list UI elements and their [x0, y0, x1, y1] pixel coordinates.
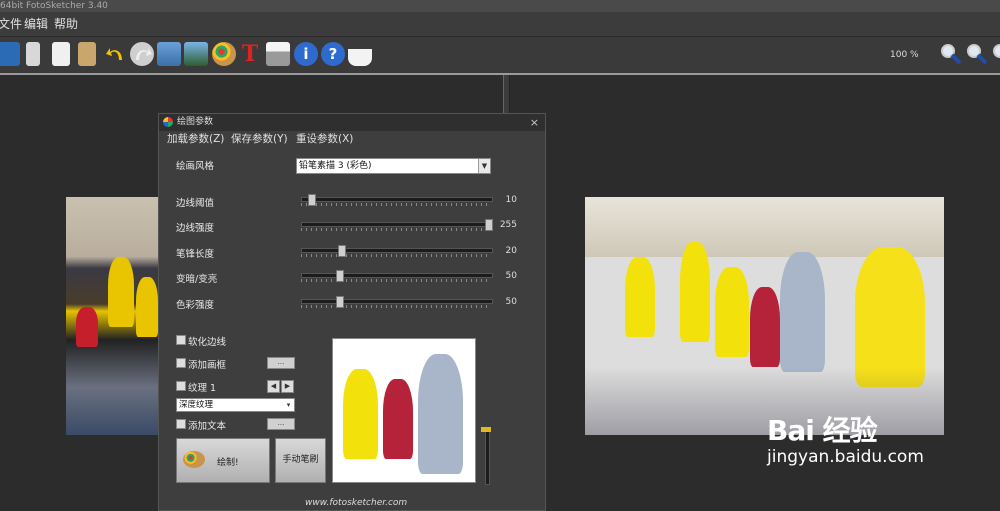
sketch-figure [855, 247, 925, 387]
stroke-length-slider[interactable] [301, 245, 493, 257]
chevron-down-icon[interactable]: ▼ [478, 159, 490, 173]
print-icon[interactable] [266, 42, 290, 66]
website-link[interactable]: www.fotosketcher.com [305, 498, 407, 508]
manual-brush-button[interactable]: 手动笔刷 [275, 438, 326, 483]
palette-icon [183, 451, 205, 468]
soften-edges-checkbox[interactable] [176, 335, 186, 345]
add-frame-checkbox[interactable] [176, 358, 186, 368]
slider-label-stroke-length: 笔锋长度 [176, 249, 215, 260]
slider-thumb[interactable] [308, 194, 317, 206]
darken-lighten-slider[interactable] [301, 270, 493, 282]
chevron-down-icon[interactable]: ▾ [283, 399, 294, 411]
color-intensity-slider[interactable] [301, 296, 493, 308]
drawing-params-dialog: 绘图参数 × 加载参数(Z) 保存参数(Y) 重设参数(X) 绘画风格 铅笔素描… [158, 113, 546, 511]
edge-strength-slider[interactable] [301, 219, 493, 231]
sketch-figure [680, 242, 710, 342]
slider-label-color-intensity: 色彩强度 [176, 300, 215, 311]
menu-save-params[interactable]: 保存参数(Y) [231, 131, 288, 147]
photo-figure [108, 257, 134, 327]
paste-icon[interactable] [78, 42, 96, 66]
watermark-logo-text: Bai 经验 [767, 414, 878, 447]
help-icon[interactable]: ? [321, 42, 345, 66]
menu-load-params[interactable]: 加载参数(Z) [167, 131, 224, 147]
dialog-title: 绘图参数 [177, 117, 214, 127]
preview-figure [383, 379, 413, 459]
open-icon[interactable] [0, 42, 20, 66]
sketch-result [585, 197, 944, 435]
palette-icon[interactable] [212, 42, 236, 66]
preview-figure [418, 354, 463, 474]
sketch-figure [715, 267, 749, 357]
baidu-watermark: Bai 经验 jingyan.baidu.com [767, 416, 924, 468]
sketch-figure [750, 287, 780, 367]
add-text-label: 添加文本 [188, 421, 227, 432]
texture-select[interactable]: 深度纹理 ▾ [176, 398, 295, 412]
watermark-url: jingyan.baidu.com [767, 447, 924, 467]
undo-icon[interactable] [104, 42, 128, 66]
window-titlebar: 64bit FotoSketcher 3.40 [0, 0, 1000, 12]
menu-bar: 文件 编辑 帮助 [0, 12, 1000, 37]
text-options-button[interactable]: ... [267, 418, 295, 430]
slider-thumb[interactable] [335, 270, 344, 282]
sketch-figure [780, 252, 825, 372]
text-icon[interactable]: T [238, 42, 262, 66]
photo-figure [136, 277, 158, 337]
slider-value: 50 [505, 297, 517, 307]
toolbar: T i ? 100 % [0, 37, 1000, 75]
landscape-icon[interactable] [184, 42, 208, 66]
add-frame-label: 添加画框 [188, 360, 227, 371]
zoom-in-icon[interactable] [939, 42, 963, 66]
copy-icon[interactable] [52, 42, 70, 66]
slider-value: 20 [505, 246, 517, 256]
add-text-checkbox[interactable] [176, 419, 186, 429]
app-logo-icon [163, 117, 173, 127]
style-select-value: 铅笔素描 3 (彩色) [299, 161, 372, 171]
slider-label-edge-threshold: 边线阈值 [176, 198, 215, 209]
close-icon[interactable]: × [530, 114, 539, 131]
photo-figure [76, 307, 98, 347]
style-select[interactable]: 铅笔素描 3 (彩色) ▼ [296, 158, 491, 174]
zoom-level: 100 % [890, 50, 919, 60]
slider-value: 10 [505, 195, 517, 205]
slider-label-darken-lighten: 变暗/变亮 [176, 274, 218, 285]
zoom-out-icon[interactable] [965, 42, 989, 66]
dialog-titlebar: 绘图参数 × [159, 114, 545, 131]
coffee-icon[interactable] [348, 42, 372, 66]
slider-value: 255 [499, 220, 517, 230]
save-icon[interactable] [26, 42, 40, 66]
next-texture-icon[interactable]: ▶ [281, 380, 294, 393]
slider-thumb[interactable] [481, 427, 491, 432]
slider-thumb[interactable] [337, 245, 346, 257]
slider-thumb[interactable] [485, 219, 493, 231]
preview-thumbnail[interactable] [332, 338, 476, 483]
zoom-fit-icon[interactable] [991, 42, 1000, 66]
dialog-menu: 加载参数(Z) 保存参数(Y) 重设参数(X) [159, 131, 545, 147]
info-icon[interactable]: i [294, 42, 318, 66]
preview-figure [343, 369, 378, 459]
edge-threshold-slider[interactable] [301, 194, 493, 206]
redo-icon[interactable] [130, 42, 154, 66]
original-photo [66, 197, 158, 435]
preview-zoom-slider[interactable] [481, 427, 491, 485]
image-icon[interactable] [157, 42, 181, 66]
draw-button[interactable]: 绘制! [176, 438, 270, 483]
style-label: 绘画风格 [176, 161, 215, 172]
prev-texture-icon[interactable]: ◀ [267, 380, 280, 393]
slider-thumb[interactable] [335, 296, 344, 308]
menu-file[interactable]: 文件 [0, 12, 22, 36]
texture-label: 纹理 1 [188, 383, 217, 394]
soften-edges-label: 软化边线 [188, 337, 227, 348]
window-title: 64bit FotoSketcher 3.40 [0, 1, 108, 11]
sketch-figure [625, 257, 655, 337]
menu-help[interactable]: 帮助 [54, 12, 78, 36]
menu-reset-params[interactable]: 重设参数(X) [296, 131, 353, 147]
texture-select-value: 深度纹理 [179, 400, 214, 410]
slider-value: 50 [505, 271, 517, 281]
draw-button-label: 绘制! [217, 458, 239, 468]
texture-checkbox[interactable] [176, 381, 186, 391]
menu-edit[interactable]: 编辑 [24, 12, 48, 36]
slider-label-edge-strength: 边线强度 [176, 223, 215, 234]
frame-options-button[interactable]: ... [267, 357, 295, 369]
